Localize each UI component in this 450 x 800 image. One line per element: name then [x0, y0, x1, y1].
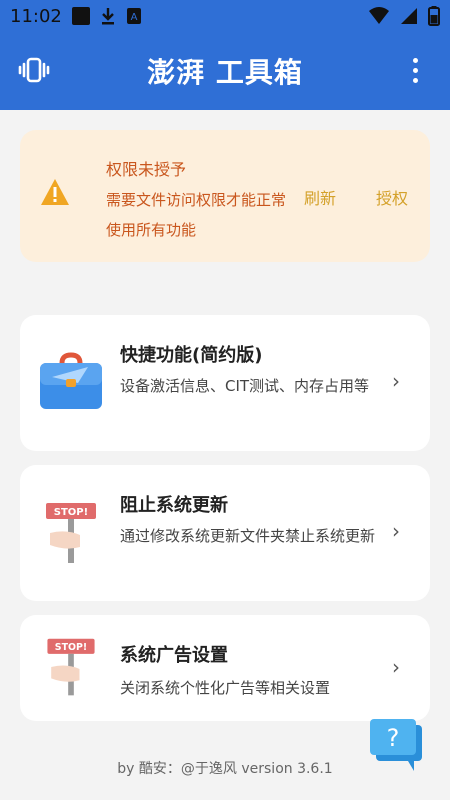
vibrate-icon — [18, 57, 50, 83]
card-title: 系统广告设置 — [120, 645, 228, 666]
warning-icon — [41, 179, 69, 205]
permission-warning-banner: 权限未授予 需要文件访问权限才能正常使用所有功能 刷新 授权 — [20, 130, 430, 262]
card-system-ad-settings[interactable]: STOP! 系统广告设置 关闭系统个性化广告等相关设置 › — [20, 615, 430, 721]
notification-square-icon — [71, 7, 90, 25]
card-block-system-update[interactable]: STOP! 阻止系统更新 通过修改系统更新文件夹禁止系统更新 › — [20, 465, 430, 601]
app-title: 澎湃 工具箱 — [147, 56, 303, 89]
vibrate-button[interactable] — [18, 54, 50, 86]
stop-sign-icon: STOP! — [47, 638, 95, 696]
card-description: 设备激活信息、CIT测试、内存占用等 — [120, 377, 370, 395]
card-description: 关闭系统个性化广告等相关设置 — [120, 679, 331, 697]
grant-permission-button[interactable]: 授权 — [376, 185, 408, 209]
overflow-menu-button[interactable] — [400, 54, 432, 86]
card-description: 通过修改系统更新文件夹禁止系统更新 — [120, 527, 376, 545]
warning-title: 权限未授予 — [106, 160, 187, 179]
status-bar: 11:02 A — [0, 0, 450, 32]
card-title: 阻止系统更新 — [120, 495, 228, 516]
chevron-right-icon: › — [392, 655, 400, 679]
refresh-button[interactable]: 刷新 — [304, 185, 336, 209]
card-title: 快捷功能(简约版) — [120, 345, 263, 366]
status-time: 11:02 — [10, 5, 62, 27]
more-vert-icon — [413, 57, 419, 83]
help-symbol: ? — [387, 724, 400, 752]
card-quick-functions[interactable]: 快捷功能(简约版) 设备激活信息、CIT测试、内存占用等 › — [20, 315, 430, 451]
battery-icon — [428, 6, 440, 26]
status-notification-icons: A — [71, 7, 142, 25]
app-bar: 澎湃 工具箱 — [0, 32, 450, 110]
briefcase-icon — [40, 352, 102, 409]
wifi-icon — [369, 7, 389, 24]
chevron-right-icon: › — [392, 519, 400, 543]
chevron-right-icon: › — [392, 369, 400, 393]
svg-text:A: A — [130, 12, 137, 23]
download-icon — [101, 8, 114, 25]
status-system-icons — [368, 6, 440, 26]
stop-sign-text: STOP! — [55, 642, 87, 653]
stop-sign-icon: STOP! — [46, 503, 96, 563]
signal-icon — [401, 8, 417, 24]
footer-credit: by 酷安：@于逸风 version 3.6.1 — [117, 761, 333, 777]
stop-sign-text: STOP! — [54, 507, 88, 518]
warning-description: 需要文件访问权限才能正常使用所有功能 — [106, 191, 287, 239]
app-notification-icon: A — [126, 8, 141, 24]
